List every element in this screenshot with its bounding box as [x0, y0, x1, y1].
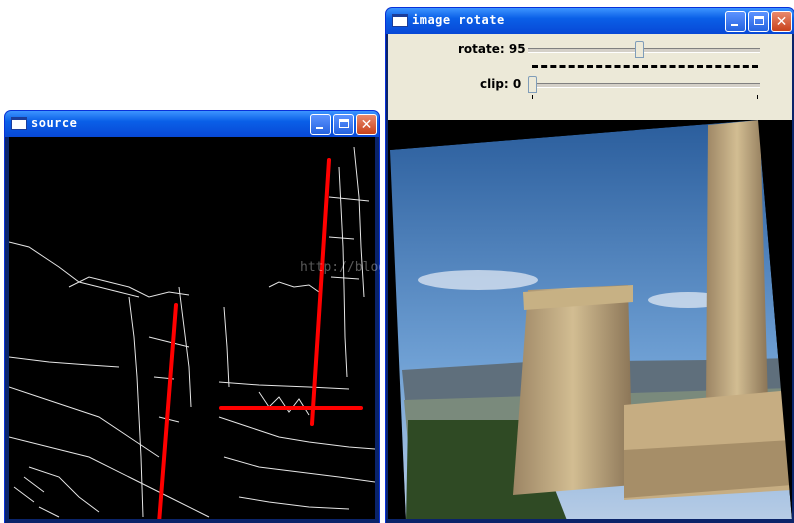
clip-tick-max — [757, 95, 758, 99]
rotate-label: rotate: 95 — [458, 42, 526, 56]
close-icon: ✕ — [775, 14, 788, 30]
clip-label: clip: 0 — [480, 77, 522, 91]
close-button[interactable]: ✕ — [771, 11, 792, 32]
maximize-button[interactable] — [748, 11, 769, 32]
rotate-track[interactable] — [528, 48, 760, 53]
clip-track[interactable] — [528, 83, 760, 88]
rotated-photo — [388, 120, 792, 519]
window-icon — [392, 14, 408, 27]
image-rotate-window[interactable]: image rotate ✕ rotate: 95 clip: 0 — [386, 8, 794, 523]
close-button[interactable]: ✕ — [356, 114, 377, 135]
trackbar-panel: rotate: 95 clip: 0 — [388, 34, 792, 120]
clip-slider-thumb[interactable] — [528, 76, 537, 93]
source-canvas — [9, 137, 375, 519]
source-window-title: source — [31, 116, 78, 130]
window-icon — [11, 117, 27, 130]
rotate-titlebar[interactable]: image rotate ✕ — [386, 8, 794, 34]
clip-tick-min — [532, 95, 533, 99]
minimize-button[interactable] — [310, 114, 331, 135]
minimize-button[interactable] — [725, 11, 746, 32]
close-icon: ✕ — [360, 117, 373, 133]
minimize-icon — [316, 127, 323, 129]
maximize-icon — [339, 119, 349, 128]
rotate-ticks — [532, 60, 758, 68]
rotated-image-canvas — [388, 120, 792, 519]
rotate-window-title: image rotate — [412, 13, 505, 27]
rotate-slider-thumb[interactable] — [635, 41, 644, 58]
source-titlebar[interactable]: source ✕ — [5, 111, 379, 137]
minimize-icon — [731, 24, 738, 26]
maximize-icon — [754, 16, 764, 25]
rotate-client: rotate: 95 clip: 0 — [388, 34, 792, 519]
edge-image — [9, 146, 375, 519]
maximize-button[interactable] — [333, 114, 354, 135]
source-window[interactable]: source ✕ — [5, 111, 379, 523]
